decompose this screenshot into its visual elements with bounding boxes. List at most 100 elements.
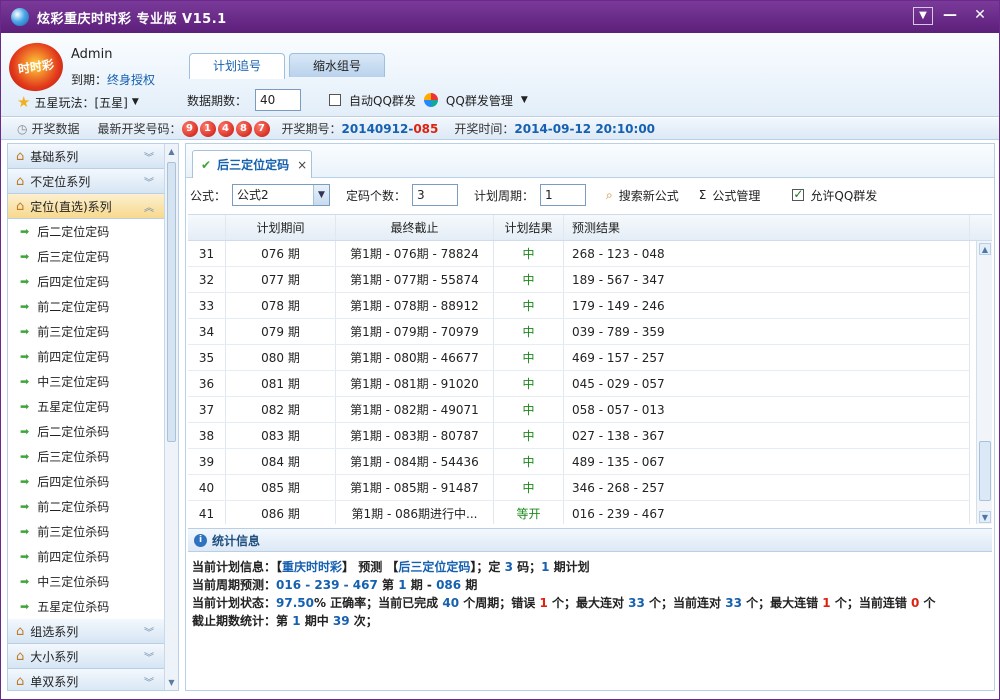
cell-prediction: 268 - 123 - 048 bbox=[564, 241, 970, 266]
chevron-down-icon: ︾ bbox=[144, 627, 154, 639]
scroll-thumb[interactable] bbox=[167, 162, 176, 442]
sidebar-item[interactable]: ➡ 前四定位杀码 bbox=[8, 544, 164, 569]
sidebar-section-unfixed[interactable]: ⌂ 不定位系列 ︾ bbox=[8, 169, 164, 194]
cell-deadline: 第1期 - 081期 - 91020 bbox=[336, 371, 494, 396]
cell-prediction: 058 - 057 - 013 bbox=[564, 397, 970, 422]
sidebar-section-oddeven[interactable]: ⌂ 单双系列 ︾ bbox=[8, 669, 164, 690]
section-label: 基础系列 bbox=[30, 149, 79, 164]
cell-deadline: 第1期 - 083期 - 80787 bbox=[336, 423, 494, 448]
sidebar-item[interactable]: ➡ 中三定位定码 bbox=[8, 369, 164, 394]
qq-manage-button[interactable]: QQ群发管理 bbox=[446, 92, 513, 109]
expire-value[interactable]: 终身授权 bbox=[107, 73, 155, 87]
arrow-right-icon: ➡ bbox=[20, 425, 30, 438]
check-icon: ✔ bbox=[201, 157, 212, 172]
stats-title: 统计信息 bbox=[212, 533, 261, 548]
main-panel: ✔ 后三定位定码 × 公式： 公式2 ▼ 定码个数： 3 计划周期： 1 ⌕ 搜… bbox=[185, 143, 995, 691]
count-input[interactable]: 3 bbox=[412, 184, 459, 206]
search-formula-button[interactable]: 搜索新公式 bbox=[619, 187, 679, 204]
play-mode-selector[interactable]: ★ 五星玩法：[五星] ▼ bbox=[17, 93, 139, 111]
cell-result: 中 bbox=[494, 423, 564, 448]
periods-input[interactable]: 40 bbox=[255, 89, 302, 111]
cell-period: 076 期 bbox=[226, 241, 336, 266]
table-row[interactable]: 32 077 期第1期 - 077期 - 55874 中 189 - 567 - 34… bbox=[188, 267, 970, 293]
table-row[interactable]: 41 086 期第1期 - 086期进行中... 等开 016 - 239 - 467 bbox=[188, 501, 970, 524]
sidebar-item-label: 前二定位杀码 bbox=[37, 500, 110, 514]
tab-plan-document[interactable]: ✔ 后三定位定码 × bbox=[192, 150, 312, 178]
cycle-input[interactable]: 1 bbox=[540, 184, 587, 206]
table-row[interactable]: 38 083 期第1期 - 083期 - 80787 中 027 - 138 - 36… bbox=[188, 423, 970, 449]
sidebar-item-label: 前四定位杀码 bbox=[37, 550, 110, 564]
text: 个周期；错误 bbox=[459, 596, 540, 610]
sidebar-item[interactable]: ➡ 后二定位杀码 bbox=[8, 419, 164, 444]
allow-qq-checkbox[interactable] bbox=[792, 187, 805, 201]
sidebar-section-positional[interactable]: ⌂ 定位(直选)系列 ︽ bbox=[8, 194, 164, 219]
cell-deadline: 第1期 - 085期 - 91487 bbox=[336, 475, 494, 500]
cell-deadline: 第1期 - 084期 - 54436 bbox=[336, 449, 494, 474]
scroll-thumb[interactable] bbox=[979, 441, 991, 501]
issue-value: 20140912- bbox=[341, 121, 414, 136]
sidebar-item[interactable]: ➡ 中三定位杀码 bbox=[8, 569, 164, 594]
minimize-button[interactable]: — bbox=[937, 5, 963, 27]
sidebar-item-label: 前三定位定码 bbox=[37, 325, 110, 339]
sidebar-item-label: 后四定位定码 bbox=[37, 275, 110, 289]
tab-shrink-group[interactable]: 缩水组号 bbox=[289, 53, 385, 77]
qq-icon bbox=[423, 93, 438, 107]
cell-result: 中 bbox=[494, 371, 564, 396]
table-row[interactable]: 37 082 期第1期 - 082期 - 49071 中 058 - 057 - 01… bbox=[188, 397, 970, 423]
chevron-down-icon[interactable]: ▼ bbox=[521, 95, 528, 105]
cell-result: 中 bbox=[494, 267, 564, 292]
cell-period: 078 期 bbox=[226, 293, 336, 318]
sidebar-item[interactable]: ➡ 五星定位杀码 bbox=[8, 594, 164, 619]
cell-result: 中 bbox=[494, 345, 564, 370]
document-tabs: ✔ 后三定位定码 × bbox=[186, 144, 994, 178]
sidebar-section-group[interactable]: ⌂ 组选系列 ︾ bbox=[8, 619, 164, 644]
scroll-down-icon[interactable]: ▼ bbox=[979, 511, 991, 523]
table-row[interactable]: 31 076 期第1期 - 076期 - 78824 中 268 - 123 - 04… bbox=[188, 241, 970, 267]
sidebar-item-label: 后三定位杀码 bbox=[37, 450, 110, 464]
scroll-up-icon[interactable]: ▲ bbox=[979, 243, 991, 255]
sidebar-item[interactable]: ➡ 五星定位定码 bbox=[8, 394, 164, 419]
sidebar-item[interactable]: ➡ 后二定位定码 bbox=[8, 219, 164, 244]
auto-qq-checkbox[interactable] bbox=[329, 94, 342, 106]
sidebar-item[interactable]: ➡ 前四定位定码 bbox=[8, 344, 164, 369]
table-row[interactable]: 35 080 期第1期 - 080期 - 46677 中 469 - 157 - 25… bbox=[188, 345, 970, 371]
table-scrollbar[interactable]: ▲ ▼ bbox=[976, 241, 992, 524]
formula-select[interactable]: 公式2 ▼ bbox=[232, 184, 331, 206]
table-row[interactable]: 36 081 期第1期 - 081期 - 91020 中 045 - 029 - 05… bbox=[188, 371, 970, 397]
sidebar-item[interactable]: ➡ 后三定位定码 bbox=[8, 244, 164, 269]
scroll-down-icon[interactable]: ▼ bbox=[166, 677, 177, 688]
sidebar-item[interactable]: ➡ 前二定位杀码 bbox=[8, 494, 164, 519]
close-button[interactable]: ✕ bbox=[967, 5, 993, 27]
sidebar-item[interactable]: ➡ 前二定位定码 bbox=[8, 294, 164, 319]
sidebar-item[interactable]: ➡ 前三定位定码 bbox=[8, 319, 164, 344]
sidebar-item[interactable]: ➡ 后四定位杀码 bbox=[8, 469, 164, 494]
sidebar-section-basic[interactable]: ⌂ 基础系列 ︾ bbox=[8, 144, 164, 169]
open-data-link[interactable]: 开奖数据 bbox=[31, 120, 79, 137]
col-header-result[interactable]: 计划结果 bbox=[494, 215, 564, 240]
col-header-period[interactable]: 计划期间 bbox=[226, 215, 336, 240]
table-row[interactable]: 40 085 期第1期 - 085期 - 91487 中 346 - 268 - 25… bbox=[188, 475, 970, 501]
tab-plan-chase[interactable]: 计划追号 bbox=[189, 53, 285, 79]
arrow-right-icon: ➡ bbox=[20, 250, 30, 263]
formula-manage-button[interactable]: 公式管理 bbox=[712, 187, 760, 204]
cell-index: 32 bbox=[188, 267, 226, 292]
title-bar: 炫彩重庆时时彩 专业版 V15.1 ▼ — ✕ bbox=[1, 1, 999, 33]
count-label: 定码个数： bbox=[346, 188, 407, 203]
col-header-prediction[interactable]: 预测结果 bbox=[564, 215, 970, 240]
sidebar-item[interactable]: ➡ 后四定位定码 bbox=[8, 269, 164, 294]
table-row[interactable]: 34 079 期第1期 - 079期 - 70979 中 039 - 789 - 35… bbox=[188, 319, 970, 345]
sidebar-section-size[interactable]: ⌂ 大小系列 ︾ bbox=[8, 644, 164, 669]
sidebar-scrollbar[interactable]: ▲ ▼ bbox=[164, 144, 178, 690]
close-tab-icon[interactable]: × bbox=[297, 158, 307, 172]
scroll-up-icon[interactable]: ▲ bbox=[166, 146, 177, 157]
text: 1 bbox=[822, 596, 831, 610]
sidebar-item[interactable]: ➡ 前三定位杀码 bbox=[8, 519, 164, 544]
text: 33 bbox=[725, 596, 742, 610]
cell-prediction: 027 - 138 - 367 bbox=[564, 423, 970, 448]
menu-down-icon[interactable]: ▼ bbox=[913, 7, 933, 25]
chevron-down-icon[interactable]: ▼ bbox=[313, 185, 330, 205]
table-row[interactable]: 33 078 期第1期 - 078期 - 88912 中 179 - 149 - 24… bbox=[188, 293, 970, 319]
sidebar-item[interactable]: ➡ 后三定位杀码 bbox=[8, 444, 164, 469]
table-row[interactable]: 39 084 期第1期 - 084期 - 54436 中 489 - 135 - 06… bbox=[188, 449, 970, 475]
col-header-deadline[interactable]: 最终截止 bbox=[336, 215, 494, 240]
